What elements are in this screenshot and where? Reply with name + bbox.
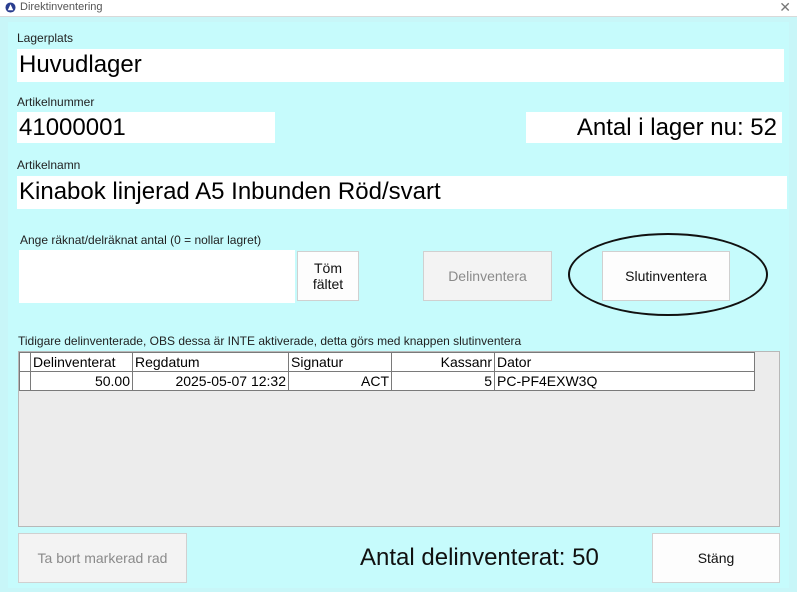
close-button[interactable]: Stäng [652, 533, 780, 583]
table-row[interactable]: 50.00 2025-05-07 12:32 ACT 5 PC-PF4EXW3Q [19, 371, 755, 391]
row-selector[interactable] [19, 371, 31, 391]
clear-field-label-2: fältet [312, 276, 344, 292]
location-label: Lagerplats [17, 31, 74, 45]
partial-inventory-table: Delinventerat Regdatum Signatur Kassanr … [19, 352, 755, 391]
location-field[interactable]: Huvudlager [17, 49, 784, 82]
column-header[interactable]: Dator [494, 352, 755, 372]
row-header-corner [19, 352, 31, 372]
cell-partial-count: 50.00 [30, 371, 133, 391]
article-name-field[interactable]: Kinabok linjerad A5 Inbunden Röd/svart [17, 176, 787, 209]
cell-reg-date: 2025-05-07 12:32 [132, 371, 289, 391]
column-header[interactable]: Kassanr [391, 352, 495, 372]
close-icon[interactable]: ✕ [779, 0, 791, 16]
partial-inventory-grid[interactable]: Delinventerat Regdatum Signatur Kassanr … [18, 351, 780, 527]
title-bar: Direktinventering ✕ [0, 0, 797, 17]
final-inventory-button[interactable]: Slutinventera [602, 251, 730, 301]
count-input-label: Ange räknat/delräknat antal (0 = nollar … [20, 233, 262, 247]
article-number-field[interactable]: 41000001 [17, 112, 275, 143]
cell-register-no: 5 [391, 371, 495, 391]
clear-field-label-1: Töm [314, 260, 342, 276]
window-title: Direktinventering [20, 1, 103, 13]
article-name-label: Artikelnamn [17, 158, 81, 172]
stock-now-display: Antal i lager nu: 52 [526, 112, 782, 143]
remove-row-button[interactable]: Ta bort markerad rad [18, 533, 187, 583]
column-header[interactable]: Delinventerat [30, 352, 133, 372]
total-partial-count: Antal delinventerat: 50 [360, 544, 599, 571]
table-header-row: Delinventerat Regdatum Signatur Kassanr … [19, 352, 755, 372]
column-header[interactable]: Signatur [288, 352, 392, 372]
clear-field-button[interactable]: Töm fältet [297, 251, 359, 301]
article-number-label: Artikelnummer [17, 95, 95, 109]
partial-inventory-button[interactable]: Delinventera [423, 251, 552, 301]
column-header[interactable]: Regdatum [132, 352, 289, 372]
main-panel: Lagerplats Huvudlager Artikelnummer 4100… [8, 22, 789, 588]
app-icon [5, 2, 16, 13]
cell-signature: ACT [288, 371, 392, 391]
cell-computer: PC-PF4EXW3Q [494, 371, 755, 391]
grid-caption: Tidigare delinventerade, OBS dessa är IN… [18, 334, 522, 348]
count-input[interactable] [19, 250, 295, 303]
